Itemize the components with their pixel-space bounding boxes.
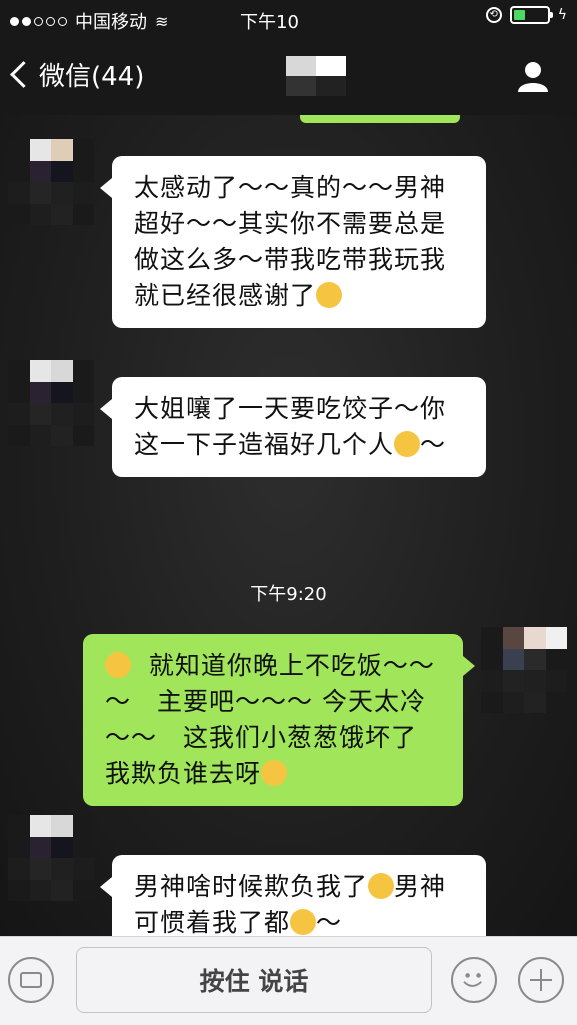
own-avatar[interactable] [481, 627, 567, 713]
contact-avatar[interactable] [8, 139, 94, 225]
back-label: 微信(44) [39, 62, 145, 92]
plus-button[interactable] [518, 957, 564, 1003]
message-bubble[interactable]: 太感动了～～真的～～男神超好～～其实你不需要总是做这么多～带我吃带我玩我就已经很… [100, 156, 486, 328]
message-text: 太感动了～～真的～～男神超好～～其实你不需要总是做这么多～带我吃带我玩我就已经很… [134, 173, 447, 310]
battery-icon [509, 6, 553, 24]
message-bubble[interactable]: 大姐嚷了一天要吃饺子～你这一下子造福好几个人～ [100, 377, 486, 477]
nav-bar: 微信(44) [0, 38, 577, 115]
wifi-icon: ≋ [155, 11, 169, 31]
contact-avatar[interactable] [8, 360, 94, 446]
charging-icon: ϟ [557, 7, 567, 23]
status-bar: 中国移动 ≋ 下午10 ⟲ ϟ [0, 0, 577, 38]
message-timestamp: 下午9:20 [250, 584, 327, 605]
keyboard-icon [20, 972, 42, 988]
back-button[interactable]: 微信(44) [10, 56, 145, 93]
message-bubble[interactable]: 男神啥时候欺负我了 男神可惯着我了都～ [100, 855, 486, 936]
contact-avatar[interactable] [8, 815, 94, 901]
carrier-label: 中国移动 [75, 12, 147, 33]
previous-message-bubble [300, 115, 460, 123]
status-time: 下午10 [240, 12, 299, 33]
chat-area[interactable]: 太感动了～～真的～～男神超好～～其实你不需要总是做这么多～带我吃带我玩我就已经很… [0, 115, 577, 936]
heart-eyes-emoji-icon [290, 909, 317, 935]
worried-emoji-icon [368, 873, 395, 899]
hold-to-talk-button[interactable]: 按住 说话 [76, 947, 432, 1013]
keyboard-toggle-button[interactable] [8, 957, 54, 1003]
message-text: 男神啥时候欺负我了 [134, 872, 369, 901]
emoji-button[interactable] [451, 957, 497, 1003]
blushing-emoji-icon [261, 760, 288, 786]
signal-icon [10, 16, 67, 26]
heart-eyes-emoji-icon [394, 431, 421, 457]
top-bar: 中国移动 ≋ 下午10 ⟲ ϟ 微信(44) [0, 0, 577, 115]
message-trail: ～ [316, 908, 343, 936]
chevron-left-icon [10, 61, 37, 88]
message-bubble-sent[interactable]: 就知道你晚上不吃饭～～～ 主要吧～～～ 今天太冷～～ 这我们小葱葱饿坏了 我欺负… [83, 634, 475, 806]
grinning-emoji-icon [105, 652, 131, 678]
crying-laughing-emoji-icon [316, 282, 343, 308]
profile-icon[interactable] [515, 58, 551, 94]
message-trail: ～ [420, 430, 447, 459]
input-bar: 按住 说话 [0, 936, 577, 1025]
rotation-lock-icon: ⟲ [485, 7, 502, 23]
blurred-title [286, 56, 346, 96]
